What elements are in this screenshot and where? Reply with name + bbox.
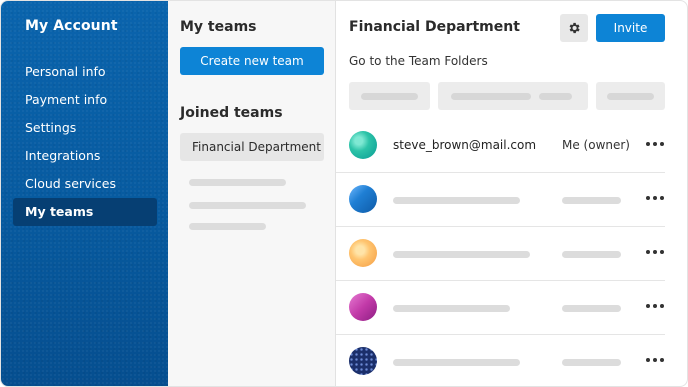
placeholder-email — [393, 197, 520, 204]
create-team-button[interactable]: Create new team — [180, 47, 324, 75]
placeholder-email — [393, 305, 510, 312]
more-horizontal-icon[interactable] — [646, 299, 666, 313]
member-row-owner: steve_brown@mail.com Me (owner) — [336, 119, 665, 173]
placeholder-role — [562, 305, 621, 312]
sidebar-item-integrations[interactable]: Integrations — [13, 142, 157, 170]
joined-team-item[interactable]: Financial Department — [180, 133, 324, 161]
placeholder-role — [562, 359, 621, 366]
placeholder-email — [393, 359, 520, 366]
member-email: steve_brown@mail.com — [393, 138, 537, 152]
team-detail: Financial Department Invite Go to the Te… — [336, 1, 687, 386]
placeholder-role — [562, 197, 621, 204]
team-folder-placeholder — [596, 82, 665, 110]
sidebar-nav: Personal info Payment info Settings Inte… — [13, 58, 157, 226]
app-window: My Account Personal info Payment info Se… — [0, 0, 688, 387]
member-row — [336, 281, 665, 335]
placeholder-bar — [361, 93, 418, 100]
member-row — [336, 335, 666, 386]
sidebar-item-personal-info[interactable]: Personal info — [13, 58, 157, 86]
avatar — [349, 293, 377, 321]
my-teams-heading: My teams — [180, 19, 257, 35]
placeholder-bar — [451, 93, 531, 100]
more-horizontal-icon[interactable] — [646, 353, 666, 367]
gear-icon — [569, 22, 580, 34]
placeholder-team-item — [189, 202, 306, 209]
account-title: My Account — [25, 18, 118, 34]
more-horizontal-icon[interactable] — [646, 137, 666, 151]
team-title: Financial Department — [349, 19, 520, 35]
avatar — [349, 347, 377, 375]
team-folder-placeholder — [349, 82, 430, 110]
placeholder-bar — [607, 93, 654, 100]
team-settings-button[interactable] — [560, 14, 588, 42]
team-folders-link[interactable]: Go to the Team Folders — [349, 54, 488, 68]
placeholder-team-item — [189, 179, 286, 186]
joined-teams-heading: Joined teams — [180, 105, 283, 121]
placeholder-role — [562, 251, 621, 258]
member-row — [336, 173, 665, 227]
account-sidebar: My Account Personal info Payment info Se… — [1, 1, 168, 386]
avatar — [349, 131, 377, 159]
more-horizontal-icon[interactable] — [646, 191, 666, 205]
placeholder-bar — [539, 93, 572, 100]
avatar — [349, 185, 377, 213]
sidebar-item-my-teams[interactable]: My teams — [13, 198, 157, 226]
sidebar-item-payment-info[interactable]: Payment info — [13, 86, 157, 114]
teams-panel: My teams Create new team Joined teams Fi… — [168, 1, 336, 386]
sidebar-item-cloud-services[interactable]: Cloud services — [13, 170, 157, 198]
invite-button[interactable]: Invite — [596, 14, 665, 42]
more-horizontal-icon[interactable] — [646, 245, 666, 259]
avatar — [349, 239, 377, 267]
placeholder-email — [393, 251, 530, 258]
sidebar-item-settings[interactable]: Settings — [13, 114, 157, 142]
team-folder-placeholder — [438, 82, 588, 110]
member-role: Me (owner) — [562, 138, 630, 152]
placeholder-team-item — [189, 223, 266, 230]
member-row — [336, 227, 665, 281]
